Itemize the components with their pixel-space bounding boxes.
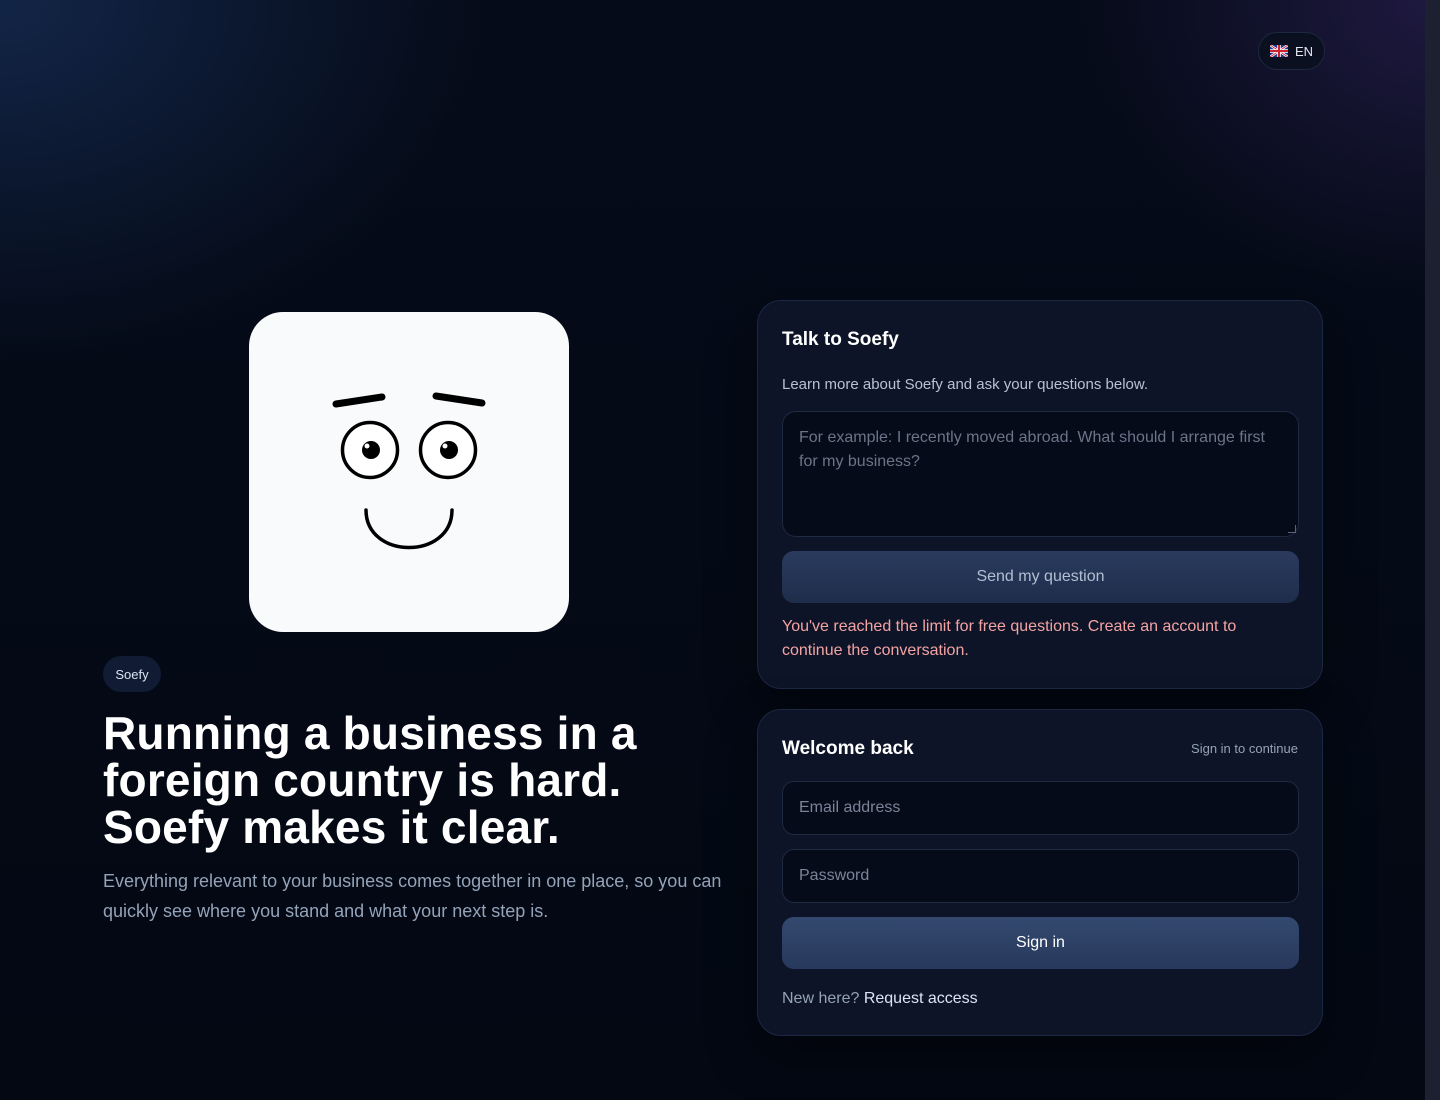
login-card: Welcome back Sign in to continue Sign in… — [757, 709, 1323, 1036]
send-question-button[interactable]: Send my question — [782, 551, 1299, 603]
chat-title: Talk to Soefy — [782, 329, 899, 350]
password-field[interactable] — [782, 849, 1299, 903]
email-field[interactable] — [782, 781, 1299, 835]
question-input[interactable] — [782, 411, 1299, 537]
chat-card: Talk to Soefy Learn more about Soefy and… — [757, 300, 1323, 689]
language-label: EN — [1294, 43, 1314, 59]
hero-subtitle: Everything relevant to your business com… — [103, 871, 722, 921]
new-here-text: New here? — [782, 990, 860, 1007]
brand-badge: Soefy — [103, 656, 161, 692]
request-access-link[interactable]: Request access — [864, 990, 978, 1007]
uk-flag-icon — [1269, 44, 1289, 58]
hero-title: Running a business in a foreign country … — [103, 707, 637, 853]
mascot-illustration — [249, 312, 569, 632]
limit-warning: You've reached the limit for free questi… — [782, 618, 1237, 659]
login-title: Welcome back — [782, 738, 914, 759]
chat-description: Learn more about Soefy and ask your ques… — [782, 376, 1149, 393]
sign-in-button[interactable]: Sign in — [782, 917, 1299, 969]
scrollbar-track[interactable] — [1425, 0, 1440, 1100]
language-switcher[interactable]: EN — [1258, 32, 1325, 70]
new-here-row: New here? Request access — [782, 990, 978, 1008]
signin-hint: Sign in to continue — [1191, 741, 1298, 756]
resize-handle-icon[interactable] — [1288, 525, 1296, 533]
smiling-face-icon — [332, 392, 486, 550]
